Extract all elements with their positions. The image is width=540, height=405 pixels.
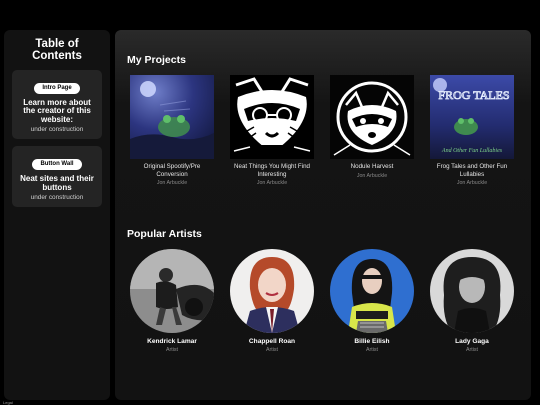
- artist-avatar: [430, 249, 514, 333]
- artist-card[interactable]: Kendrick Lamar Artist: [124, 249, 220, 353]
- popular-artists-heading: Popular Artists: [127, 228, 202, 240]
- artist-type: Artist: [265, 347, 279, 353]
- artist-avatar: [330, 249, 414, 333]
- main-panel: My Projects Original Spootify/Pre Conver…: [115, 30, 531, 400]
- project-author: Jon Arbuckle: [356, 172, 388, 179]
- frog-tales-art-icon: FROG TALES And Other Fun Lullabies: [430, 75, 514, 159]
- toc-card-description: Learn more about the creator of this web…: [23, 97, 91, 125]
- sidebar: Table of Contents Intro Page Learn more …: [4, 30, 110, 400]
- cover-title-text: FROG TALES: [438, 88, 509, 102]
- artist-name: Kendrick Lamar: [147, 338, 197, 345]
- cover-subtitle-text: And Other Fun Lullabies: [441, 148, 503, 154]
- raccoon-glasses-art-icon: [230, 75, 314, 159]
- my-projects-heading: My Projects: [127, 54, 186, 66]
- artist-card[interactable]: Lady Gaga Artist: [424, 249, 520, 353]
- toc-card-description: Neat sites and their buttons: [20, 173, 94, 192]
- raccoon-moon-art-icon: [330, 75, 414, 159]
- intro-page-button[interactable]: Intro Page: [34, 82, 80, 94]
- artist-card[interactable]: Billie Eilish Artist: [324, 249, 420, 353]
- artist-name: Billie Eilish: [354, 338, 390, 345]
- artist-type: Artist: [365, 347, 379, 353]
- toc-card-intro: Intro Page Learn more about the creator …: [12, 70, 102, 140]
- project-card[interactable]: Original Spootify/Pre Conversion Jon Arb…: [124, 75, 220, 186]
- project-title: Nodule Harvest: [350, 163, 394, 170]
- toc-card-note: under construction: [30, 193, 84, 201]
- artist-type: Artist: [165, 347, 179, 353]
- project-title: Original Spootify/Pre Conversion: [143, 163, 201, 178]
- legal-link[interactable]: Legal: [3, 400, 13, 405]
- project-title: Neat Things You Might Find Interesting: [234, 163, 310, 178]
- artist-avatar: [130, 249, 214, 333]
- artist-name: Chappell Roan: [248, 338, 296, 345]
- toc-card-button-wall: Button Wall Neat sites and their buttons…: [12, 146, 102, 207]
- project-author: Jon Arbuckle: [256, 180, 288, 187]
- toc-card-note: under construction: [30, 126, 84, 134]
- project-card[interactable]: FROG TALES And Other Fun Lullabies Frog …: [424, 75, 520, 186]
- artist-card[interactable]: Chappell Roan Artist: [224, 249, 320, 353]
- project-author: Jon Arbuckle: [156, 180, 188, 187]
- button-wall-button[interactable]: Button Wall: [32, 158, 82, 170]
- sidebar-title: Table of Contents: [32, 38, 82, 62]
- frog-moon-art-icon: [130, 75, 214, 159]
- project-card[interactable]: Nodule Harvest Jon Arbuckle: [324, 75, 420, 179]
- artist-avatar: [230, 249, 314, 333]
- artist-name: Lady Gaga: [455, 338, 489, 345]
- project-card[interactable]: Neat Things You Might Find Interesting J…: [224, 75, 320, 186]
- artist-type: Artist: [465, 347, 479, 353]
- project-author: Jon Arbuckle: [456, 180, 488, 187]
- project-title: Frog Tales and Other Fun Lullabies: [436, 163, 508, 178]
